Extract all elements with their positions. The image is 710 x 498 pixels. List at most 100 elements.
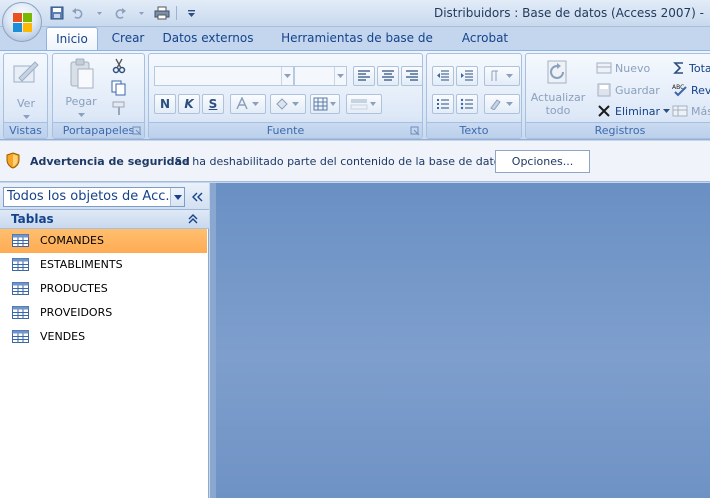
save-icon[interactable] (48, 4, 66, 22)
table-icon (12, 258, 29, 271)
double-chevron-left-icon (192, 192, 203, 202)
customize-qat-icon[interactable] (182, 4, 200, 22)
font-size-combo[interactable] (294, 66, 347, 86)
workspace-edge (210, 183, 216, 498)
dialog-launcher-icon[interactable] (410, 126, 420, 136)
group-portapapeles: Pegar Portapapeles (52, 53, 145, 139)
cut-button[interactable] (111, 58, 127, 77)
actualizar-todo-button[interactable]: Actualizar todo (529, 58, 587, 117)
chevron-down-icon[interactable] (170, 188, 184, 206)
fill-color-button[interactable] (270, 94, 306, 114)
group-label-texto: Texto enriquecido (427, 122, 521, 153)
alternate-fill-button[interactable] (346, 94, 382, 114)
align-right-icon (406, 70, 418, 81)
table-icon (12, 306, 29, 319)
office-logo-icon (13, 13, 32, 32)
bold-button[interactable]: N (154, 94, 176, 114)
nuevo-label: Nuevo (615, 61, 651, 75)
undo-icon[interactable] (69, 4, 87, 22)
align-center-icon (382, 70, 394, 81)
revisar-button[interactable]: ABC Rev (672, 80, 710, 100)
group-registros: Actualizar todo Nuevo Guardar Eliminar T… (525, 53, 710, 139)
format-painter-button[interactable] (111, 101, 127, 120)
align-left-button[interactable] (353, 66, 375, 86)
align-center-button[interactable] (377, 66, 399, 86)
chevron-down-icon[interactable] (281, 67, 293, 85)
numbered-list-icon (437, 99, 449, 109)
font-name-combo[interactable] (154, 66, 294, 86)
redo-dropdown-icon[interactable] (132, 4, 150, 22)
group-label-portapapeles: Portapapeles (53, 122, 144, 138)
navigation-pane: Todos los objetos de Acc... Tablas COMAN… (0, 183, 209, 498)
fill-bucket-icon (276, 98, 299, 110)
group-label-registros: Registros (526, 122, 710, 138)
bullets-button[interactable] (456, 94, 478, 114)
mas-button[interactable]: Más (672, 101, 710, 121)
group-fuente: N K S Fuente (148, 53, 423, 139)
title-bar: Distribuidors : Base de datos (Access 20… (0, 0, 710, 27)
increase-indent-button[interactable] (456, 66, 478, 86)
numbering-button[interactable] (432, 94, 454, 114)
ver-button[interactable]: Ver (8, 58, 44, 123)
tab-inicio[interactable]: Inicio (46, 27, 98, 50)
refresh-icon (547, 60, 567, 84)
tab-datos-externos[interactable]: Datos externos (160, 27, 256, 50)
list-row (432, 94, 520, 114)
chevron-down-icon (663, 108, 671, 113)
nav-item-label: ESTABLIMENTS (40, 258, 123, 271)
alternate-row-icon (350, 99, 376, 110)
copy-button[interactable] (111, 80, 127, 99)
table-icon (12, 282, 29, 295)
highlight-button[interactable] (484, 94, 520, 114)
security-title: Advertencia de seguridad (30, 155, 190, 168)
guardar-label: Guardar (615, 83, 660, 97)
paragraph-icon (491, 70, 513, 81)
office-button[interactable] (2, 2, 42, 42)
undo-dropdown-icon[interactable] (90, 4, 108, 22)
revisar-label: Rev (691, 83, 710, 97)
redo-icon[interactable] (111, 4, 129, 22)
eliminar-button[interactable]: Eliminar (596, 101, 671, 121)
italic-button[interactable]: K (178, 94, 200, 114)
outdent-icon (437, 70, 449, 81)
options-button[interactable]: Opciones... (495, 150, 590, 173)
print-icon[interactable] (153, 4, 171, 22)
pegar-button[interactable]: Pegar (61, 58, 101, 121)
font-color-button[interactable] (230, 94, 266, 114)
group-vistas: Ver Vistas (3, 53, 48, 139)
align-right-button[interactable] (401, 66, 423, 86)
nav-item-establiments[interactable]: ESTABLIMENTS (0, 253, 207, 277)
dialog-launcher-icon[interactable] (132, 126, 142, 136)
security-message: Se ha deshabilitado parte del contenido … (175, 155, 507, 168)
paragraph-direction-button[interactable] (484, 66, 520, 86)
format-painter-icon (112, 101, 125, 115)
nav-category-dropdown[interactable]: Todos los objetos de Acc... (3, 187, 185, 207)
nav-item-productes[interactable]: PRODUCTES (0, 277, 207, 301)
nav-item-proveidors[interactable]: PROVEIDORS (0, 301, 207, 325)
quick-access-toolbar (48, 4, 200, 22)
tab-crear[interactable]: Crear (105, 27, 151, 50)
tab-acrobat[interactable]: Acrobat (456, 27, 514, 50)
nav-item-label: PRODUCTES (40, 282, 108, 295)
actualizar-line1: Actualizar (530, 91, 586, 104)
collapse-pane-button[interactable] (189, 188, 205, 206)
group-header-tablas[interactable]: Tablas (0, 210, 209, 229)
double-chevron-up-icon[interactable] (187, 213, 199, 225)
nav-item-comandes[interactable]: COMANDES (0, 229, 207, 253)
tab-herramientas[interactable]: Herramientas de base de datos (266, 27, 448, 67)
chevron-down-icon[interactable] (334, 67, 346, 85)
new-record-icon (596, 62, 612, 74)
nav-item-vendes[interactable]: VENDES (0, 325, 207, 349)
nuevo-button[interactable]: Nuevo (596, 58, 650, 78)
shield-warning-icon (6, 152, 20, 169)
font-style-row: N K S (154, 94, 382, 114)
guardar-button[interactable]: Guardar (596, 80, 660, 100)
totales-button[interactable]: Tota (672, 58, 710, 78)
sigma-icon (673, 62, 683, 74)
window-title: Distribuidors : Base de datos (Access 20… (433, 6, 704, 20)
underline-button[interactable]: S (202, 94, 224, 114)
qat-separator (176, 6, 177, 20)
gridlines-button[interactable] (310, 94, 340, 114)
portapapeles-label: Portapapeles (62, 124, 135, 137)
decrease-indent-button[interactable] (432, 66, 454, 86)
